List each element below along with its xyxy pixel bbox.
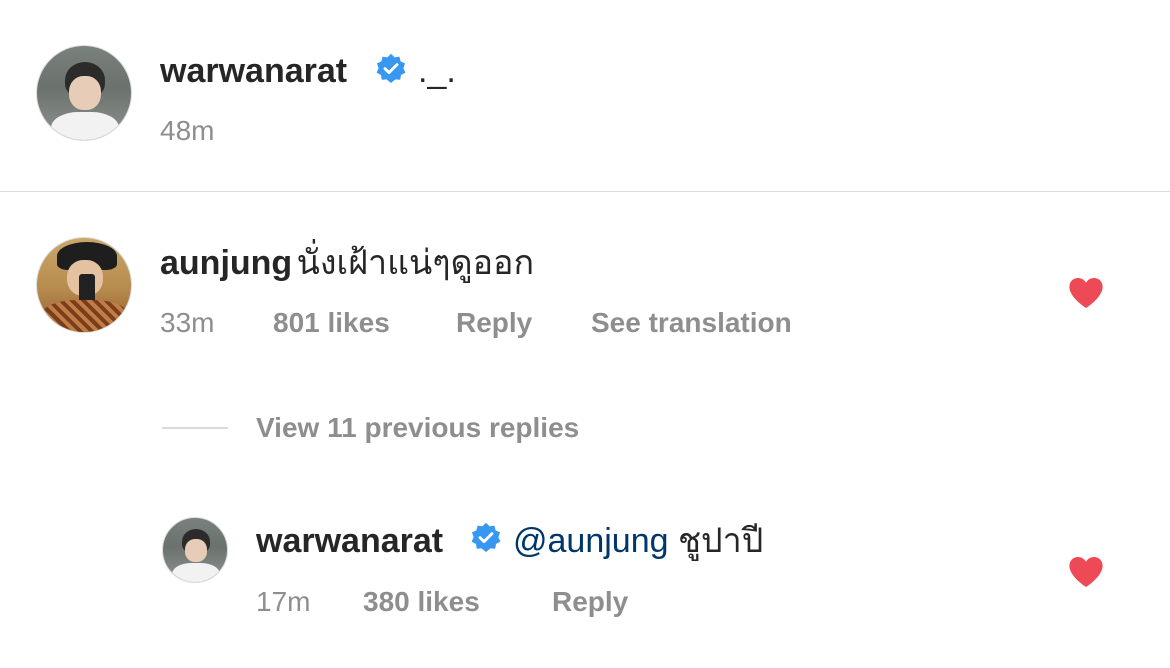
reply-likes[interactable]: 380 likes (363, 588, 480, 616)
reply-reply-button[interactable]: Reply (552, 588, 628, 616)
heart-filled-icon[interactable] (1067, 555, 1105, 589)
comment-text: นั่งเฝ้าแน่ๆดูออก (296, 244, 535, 282)
caption-username[interactable]: warwanarat (160, 54, 347, 88)
comment-reply-button[interactable]: Reply (456, 309, 532, 337)
caption-time: 48m (160, 115, 215, 146)
comment-time: 33m (160, 307, 215, 338)
view-previous-replies[interactable]: View 11 previous replies (256, 414, 579, 442)
divider (0, 191, 1170, 192)
comment-likes[interactable]: 801 likes (273, 309, 390, 337)
reply-text: ชูปาปี (677, 522, 764, 560)
see-translation-button[interactable]: See translation (591, 309, 792, 337)
caption-text: ._. (418, 52, 456, 90)
reply-username[interactable]: warwanarat (256, 524, 443, 558)
replies-divider-line (162, 427, 228, 429)
caption-avatar[interactable] (36, 45, 132, 141)
verified-badge-icon (471, 522, 501, 552)
verified-badge-icon (376, 53, 406, 83)
reply-mention-link[interactable]: @aunjung (513, 522, 669, 560)
reply-avatar[interactable] (162, 517, 228, 583)
comment-line: aunjung นั่งเฝ้าแน่ๆดูออก (160, 246, 534, 280)
reply-body: @aunjung ชูปาปี (513, 524, 763, 558)
heart-filled-icon[interactable] (1067, 276, 1105, 310)
comment-username[interactable]: aunjung (160, 244, 292, 282)
reply-time: 17m (256, 586, 311, 617)
comment-avatar[interactable] (36, 237, 132, 333)
